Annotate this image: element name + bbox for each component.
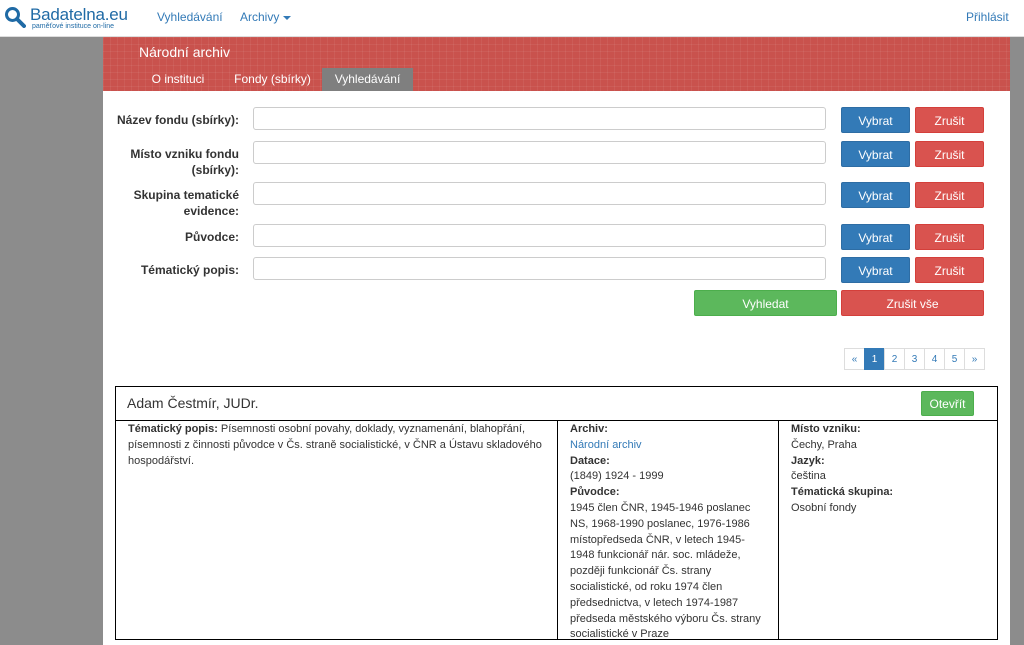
language-heading: Jazyk: xyxy=(791,454,825,467)
top-navbar: Badatelna.eu paměťové instituce on-line … xyxy=(0,0,1024,37)
pagination: « 1 2 3 4 5 » xyxy=(844,348,985,370)
institution-name: Národní archiv xyxy=(139,44,231,60)
search-button[interactable]: Vyhledat xyxy=(694,290,837,316)
originator-heading: Původce: xyxy=(570,486,620,499)
institution-banner: Národní archiv O instituci Fondy (sbírky… xyxy=(103,37,1010,91)
dating-heading: Datace: xyxy=(570,454,610,467)
archive-heading: Archiv: xyxy=(570,423,608,435)
pagination-prev[interactable]: « xyxy=(844,348,865,370)
origin-place-input[interactable] xyxy=(253,141,826,164)
open-result-button[interactable]: Otevřít xyxy=(921,391,974,416)
logo-name: Badatelna.eu xyxy=(30,5,128,24)
thematic-description-label: Tématický popis: xyxy=(140,263,239,277)
result-title: Adam Čestmír, JUDr. xyxy=(127,395,259,411)
clear-all-button[interactable]: Zrušit vše xyxy=(841,290,984,316)
pagination-page-2[interactable]: 2 xyxy=(884,348,905,370)
origin-place-select-button[interactable]: Vybrat xyxy=(841,141,910,167)
originator-label: Původce: xyxy=(184,230,239,244)
originator-input[interactable] xyxy=(253,224,826,247)
tab-fonds[interactable]: Fondy (sbírky) xyxy=(225,68,320,91)
chevron-down-icon xyxy=(283,15,292,20)
thematic-group-value: Osobní fondy xyxy=(791,501,857,514)
thematic-description-heading: Tématický popis: xyxy=(128,423,218,435)
language-value: čeština xyxy=(791,470,826,483)
nav-archives-label: Archivy xyxy=(240,10,280,24)
pagination-page-5[interactable]: 5 xyxy=(944,348,965,370)
originator-clear-button[interactable]: Zrušit xyxy=(915,224,984,250)
tab-about[interactable]: O instituci xyxy=(139,68,217,91)
fond-name-clear-button[interactable]: Zrušit xyxy=(915,107,984,133)
fond-name-input[interactable] xyxy=(253,107,826,130)
pagination-page-4[interactable]: 4 xyxy=(924,348,945,370)
origin-place-heading: Místo vzniku: xyxy=(791,423,861,435)
result-description-column: Tématický popis: Písemnosti osobní povah… xyxy=(116,421,557,639)
magnifier-logo-icon xyxy=(5,7,26,28)
page-content: Národní archiv O instituci Fondy (sbírky… xyxy=(103,37,1010,645)
originator-value: 1945 člen ČNR, 1945-1946 poslanec NS, 19… xyxy=(570,501,761,641)
result-meta-column: Místo vzniku: Čechy, Praha Jazyk: češtin… xyxy=(779,421,997,639)
thematic-description-clear-button[interactable]: Zrušit xyxy=(915,257,984,283)
originator-select-button[interactable]: Vybrat xyxy=(841,224,910,250)
origin-place-clear-button[interactable]: Zrušit xyxy=(915,141,984,167)
pagination-page-3[interactable]: 3 xyxy=(904,348,925,370)
fond-name-select-button[interactable]: Vybrat xyxy=(841,107,910,133)
tab-search[interactable]: Vyhledávání xyxy=(322,68,413,91)
dating-value: (1849) 1924 - 1999 xyxy=(570,470,664,483)
site-logo[interactable]: Badatelna.eu paměťové instituce on-line xyxy=(4,4,134,32)
result-header: Adam Čestmír, JUDr. Otevřít xyxy=(116,387,997,421)
thematic-description-select-button[interactable]: Vybrat xyxy=(841,257,910,283)
logo-tagline: paměťové instituce on-line xyxy=(32,23,115,30)
origin-place-label: Místo vzniku fondu (sbírky): xyxy=(130,147,239,177)
thematic-group-select-button[interactable]: Vybrat xyxy=(841,182,910,208)
origin-place-value: Čechy, Praha xyxy=(791,438,857,451)
pagination-next[interactable]: » xyxy=(964,348,985,370)
thematic-group-clear-button[interactable]: Zrušit xyxy=(915,182,984,208)
thematic-group-input[interactable] xyxy=(253,182,826,205)
result-card: Adam Čestmír, JUDr. Otevřít Tématický po… xyxy=(115,386,998,640)
nav-search-link[interactable]: Vyhledávání xyxy=(157,10,223,24)
thematic-description-input[interactable] xyxy=(253,257,826,280)
thematic-group-heading: Tématická skupina: xyxy=(791,486,894,499)
thematic-group-label: Skupina tematické evidence: xyxy=(133,188,239,218)
result-archive-column: Archiv: Národní archiv Datace: (1849) 19… xyxy=(558,421,778,640)
nav-archives-dropdown[interactable]: Archivy xyxy=(240,10,292,24)
login-link[interactable]: Přihlásit xyxy=(966,10,1009,24)
pagination-page-1[interactable]: 1 xyxy=(864,348,885,370)
fond-name-label: Název fondu (sbírky): xyxy=(116,113,239,127)
archive-link[interactable]: Národní archiv xyxy=(570,439,642,451)
